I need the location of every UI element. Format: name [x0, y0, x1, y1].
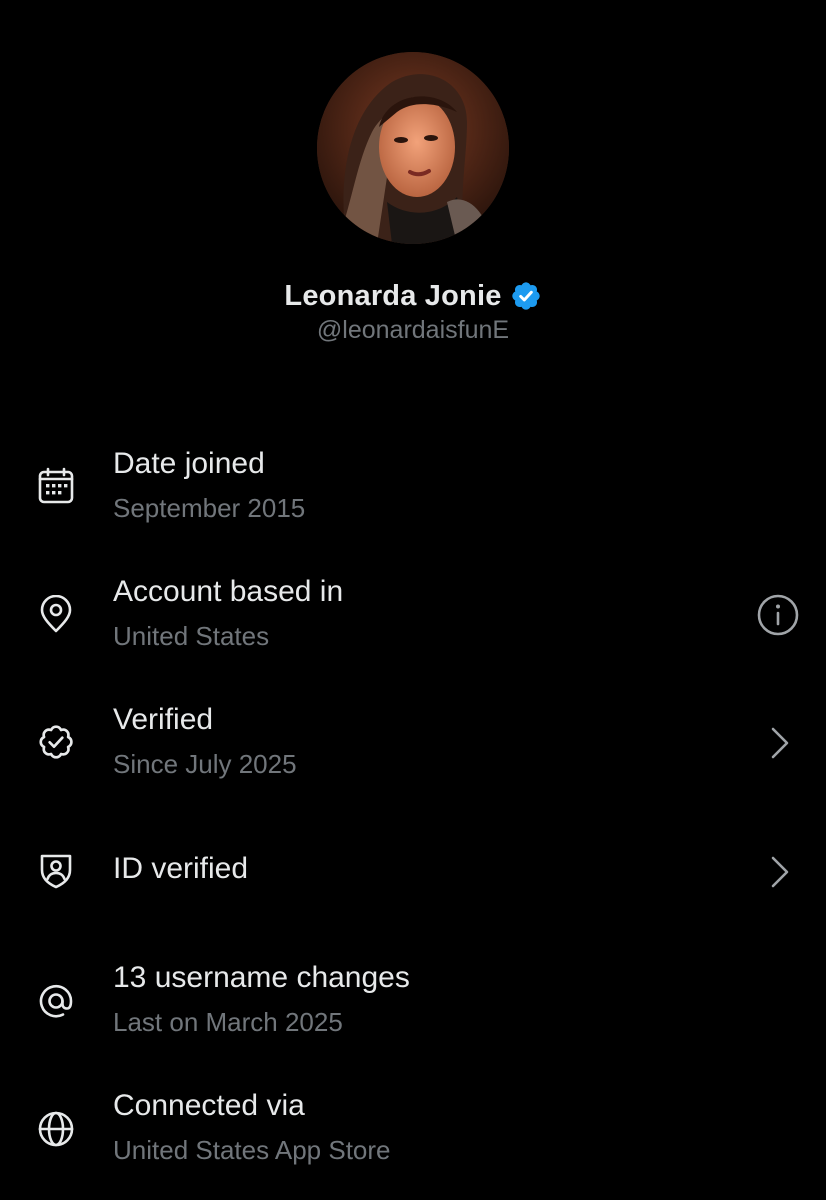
row-id-verified[interactable]: ID verified	[0, 830, 826, 940]
calendar-icon	[36, 466, 76, 506]
at-sign-icon	[36, 981, 76, 1021]
location-pin-icon	[36, 595, 76, 635]
row-subtitle: Since July 2025	[113, 749, 297, 779]
shield-person-icon	[36, 850, 76, 890]
globe-icon	[36, 1109, 76, 1149]
row-title: Date joined	[113, 447, 265, 480]
avatar[interactable]	[317, 52, 509, 244]
chevron-right-icon[interactable]	[756, 721, 800, 765]
row-verified[interactable]: Verified Since July 2025	[0, 701, 826, 811]
row-username-changes: 13 username changes Last on March 2025	[0, 959, 826, 1069]
row-account-based-in: Account based in United States	[0, 573, 826, 683]
verified-badge-icon[interactable]	[510, 280, 542, 312]
info-icon[interactable]	[756, 593, 800, 637]
profile-photo	[317, 52, 509, 244]
row-date-joined: Date joined September 2015	[0, 445, 826, 555]
row-title: 13 username changes	[113, 961, 410, 994]
row-subtitle: Last on March 2025	[113, 1007, 343, 1037]
row-title: ID verified	[113, 852, 249, 885]
row-subtitle: United States	[113, 621, 270, 651]
row-subtitle: September 2015	[113, 493, 306, 523]
row-title: Connected via	[113, 1089, 305, 1122]
row-connected-via: Connected via United States App Store	[0, 1087, 826, 1197]
row-title: Verified	[113, 703, 214, 736]
user-handle: @leonardaisfunE	[316, 316, 510, 344]
profile-name-row: Leonarda Jonie	[0, 276, 826, 316]
verified-badge-icon	[36, 722, 76, 762]
display-name: Leonarda Jonie	[284, 279, 502, 312]
row-title: Account based in	[113, 575, 344, 608]
chevron-right-icon[interactable]	[756, 850, 800, 894]
row-subtitle: United States App Store	[113, 1135, 391, 1165]
